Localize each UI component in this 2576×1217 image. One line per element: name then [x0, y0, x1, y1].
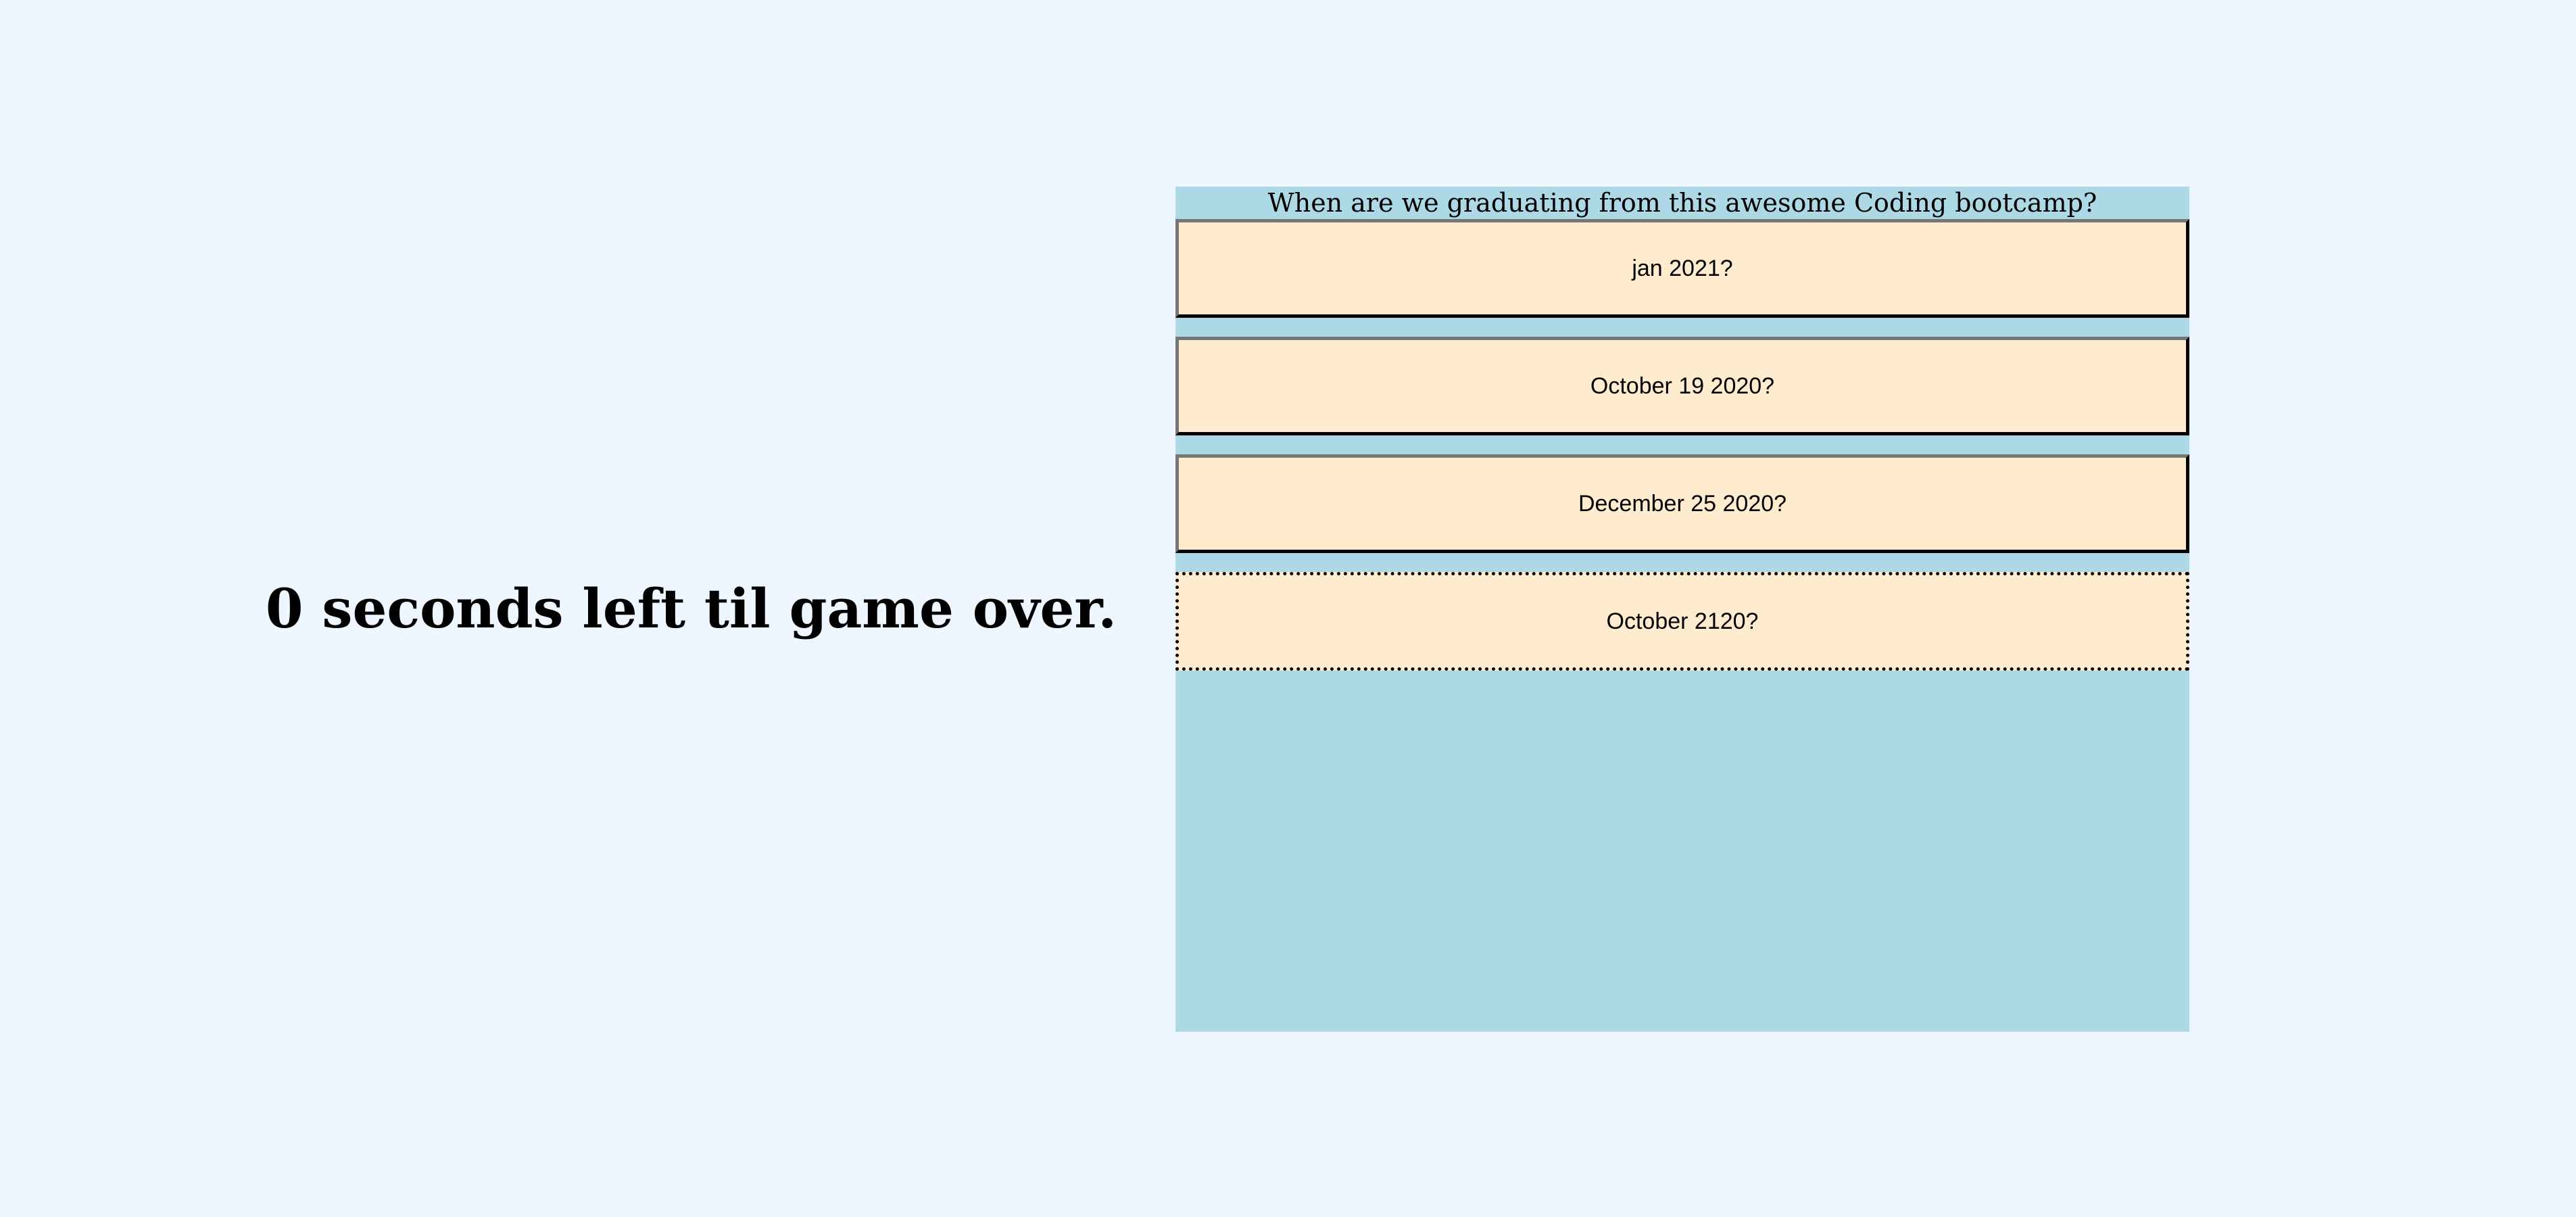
- answer-list: jan 2021? October 19 2020? December 25 2…: [1175, 219, 2189, 671]
- page: 0 seconds left til game over. When are w…: [0, 0, 2576, 1217]
- answer-button-december-25-2020[interactable]: December 25 2020?: [1175, 454, 2189, 553]
- answer-button-october-19-2020[interactable]: October 19 2020?: [1175, 337, 2189, 435]
- answer-button-october-2120[interactable]: October 2120?: [1175, 572, 2189, 671]
- answer-button-jan-2021[interactable]: jan 2021?: [1175, 219, 2189, 318]
- question-text: When are we graduating from this awesome…: [1267, 188, 2097, 218]
- quiz-panel: When are we graduating from this awesome…: [1175, 187, 2189, 1032]
